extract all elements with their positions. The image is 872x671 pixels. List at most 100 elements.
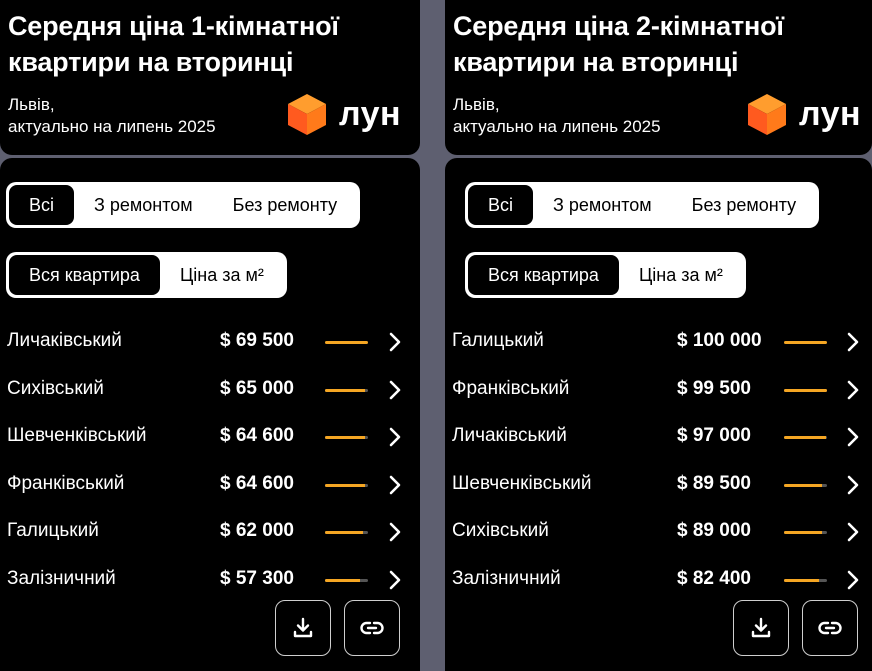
tab-whole-apartment[interactable]: Вся квартира: [9, 255, 160, 295]
district-row[interactable]: Сихівський $ 89 000: [445, 508, 872, 556]
district-list: Галицький $ 100 000 Франківський $ 99 500 Ли…: [445, 318, 872, 603]
district-price: $ 100 000: [677, 330, 762, 351]
district-row[interactable]: Шевченківський $ 64 600: [0, 413, 420, 461]
district-name: Сихівський: [7, 377, 104, 399]
renovation-filter: Всі З ремонтом Без ремонту: [6, 182, 361, 228]
panel-1-room: Середня ціна 1-кімнатної квартири на вто…: [0, 0, 420, 671]
price-bar-fill: [325, 436, 365, 439]
price-bar: [784, 436, 827, 439]
district-row[interactable]: Галицький $ 62 000: [0, 508, 420, 556]
district-price: $ 57 300: [220, 567, 294, 589]
district-row[interactable]: Франківський $ 99 500: [445, 366, 872, 414]
price-bar-fill: [325, 483, 365, 487]
district-row[interactable]: Сихівський $ 65 000: [0, 366, 420, 414]
price-bar: [325, 531, 368, 534]
district-price: $ 62 000: [220, 520, 294, 541]
copy-link-button[interactable]: [802, 600, 858, 656]
district-list: Личаківський $ 69 500 Сихівський $ 65 000 Ше…: [0, 318, 420, 603]
logo-text: лун: [339, 95, 402, 133]
district-name: Галицький: [452, 330, 544, 351]
price-bar: [784, 531, 827, 534]
district-price: $ 64 600: [220, 472, 294, 494]
price-bar: [325, 341, 368, 344]
district-name: Галицький: [7, 520, 99, 541]
chevron-right-icon[interactable]: [843, 330, 863, 354]
chevron-right-icon[interactable]: [385, 568, 405, 592]
price-bar: [325, 388, 368, 392]
tab-no-renovation[interactable]: Без ремонту: [672, 185, 816, 225]
price-bar-fill: [784, 341, 827, 344]
tab-price-per-m2[interactable]: Ціна за м²: [619, 255, 743, 295]
tab-no-renovation[interactable]: Без ремонту: [213, 185, 357, 225]
city-label: Львів,: [453, 95, 500, 114]
district-name: Личаківський: [452, 425, 567, 446]
tab-renovated[interactable]: З ремонтом: [74, 185, 213, 225]
price-bar-fill: [784, 531, 823, 534]
price-bar-fill: [325, 341, 368, 344]
district-price: $ 89 500: [677, 472, 751, 494]
district-name: Шевченківський: [7, 425, 147, 446]
chevron-right-icon[interactable]: [843, 425, 863, 449]
panel-subtitle: Львів, актуально на липень 2025: [8, 94, 216, 138]
download-button[interactable]: [733, 600, 789, 656]
district-name: Шевченківський: [452, 472, 592, 494]
download-icon: [293, 617, 313, 638]
panel-title: Середня ціна 1-кімнатної квартири на вто…: [8, 11, 339, 77]
panel-header: Середня ціна 1-кімнатної квартири на вто…: [0, 0, 420, 155]
district-row[interactable]: Шевченківський $ 89 500: [445, 461, 872, 509]
district-row[interactable]: Залізничний $ 57 300: [0, 556, 420, 604]
lun-logo: лун: [285, 92, 401, 136]
cube-logo-icon: [748, 94, 786, 135]
chevron-right-icon[interactable]: [385, 378, 405, 402]
district-price: $ 64 600: [220, 425, 294, 446]
district-price: $ 82 400: [677, 567, 751, 589]
district-row[interactable]: Залізничний $ 82 400: [445, 556, 872, 604]
chevron-right-icon[interactable]: [385, 520, 405, 544]
tab-all[interactable]: Всі: [9, 185, 75, 225]
panel-2-room: Середня ціна 2-кімнатної квартири на вто…: [445, 0, 872, 671]
copy-link-button[interactable]: [344, 600, 400, 656]
chevron-right-icon[interactable]: [385, 330, 405, 354]
date-label: актуально на липень 2025: [8, 117, 216, 136]
download-button[interactable]: [275, 600, 331, 656]
price-bar-fill: [784, 388, 827, 392]
district-row[interactable]: Галицький $ 100 000: [445, 318, 872, 366]
price-bar: [325, 483, 368, 487]
district-price: $ 89 000: [677, 520, 751, 541]
tab-all[interactable]: Всі: [468, 185, 534, 225]
link-icon: [818, 621, 842, 635]
district-name: Залізничний: [452, 567, 561, 589]
tab-price-per-m2[interactable]: Ціна за м²: [160, 255, 284, 295]
chevron-right-icon[interactable]: [385, 425, 405, 449]
district-row[interactable]: Личаківський $ 69 500: [0, 318, 420, 366]
panel-title: Середня ціна 2-кімнатної квартири на вто…: [453, 11, 784, 77]
price-bar-fill: [784, 483, 823, 487]
price-mode-filter: Вся квартира Ціна за м²: [6, 252, 287, 298]
district-price: $ 69 500: [220, 330, 294, 351]
price-bar-fill: [325, 531, 364, 534]
tab-renovated[interactable]: З ремонтом: [533, 185, 672, 225]
tab-whole-apartment[interactable]: Вся квартира: [468, 255, 619, 295]
lun-logo: лун: [745, 92, 861, 136]
chevron-right-icon[interactable]: [843, 520, 863, 544]
link-icon: [360, 621, 384, 635]
panel-subtitle: Львів, актуально на липень 2025: [453, 94, 661, 138]
chevron-right-icon[interactable]: [843, 378, 863, 402]
district-name: Личаківський: [7, 330, 122, 351]
price-bar-fill: [325, 388, 366, 392]
district-price: $ 65 000: [220, 377, 294, 399]
renovation-filter: Всі З ремонтом Без ремонту: [465, 182, 820, 228]
chevron-right-icon[interactable]: [843, 473, 863, 497]
price-bar-fill: [325, 578, 361, 582]
price-bar: [325, 578, 368, 582]
date-label: актуально на липень 2025: [453, 117, 661, 136]
chevron-right-icon[interactable]: [385, 473, 405, 497]
download-icon: [751, 617, 771, 638]
price-bar: [784, 388, 827, 392]
district-name: Франківський: [7, 472, 125, 494]
chevron-right-icon[interactable]: [843, 568, 863, 592]
district-row[interactable]: Личаківський $ 97 000: [445, 413, 872, 461]
district-row[interactable]: Франківський $ 64 600: [0, 461, 420, 509]
district-price: $ 97 000: [677, 425, 751, 446]
price-bar: [784, 483, 827, 487]
